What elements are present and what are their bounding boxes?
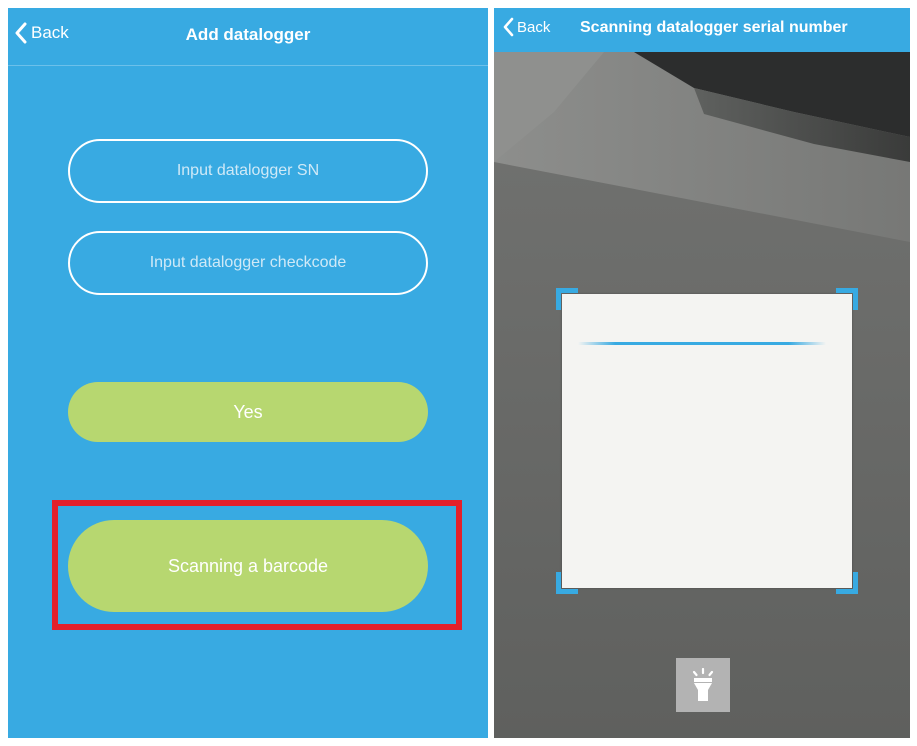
nav-bar: Back Add datalogger — [8, 8, 488, 66]
scan-barcode-button[interactable]: Scanning a barcode — [68, 520, 428, 612]
flashlight-icon — [692, 668, 714, 701]
page-title: Scanning datalogger serial number — [580, 19, 848, 36]
datalogger-sn-input[interactable] — [68, 139, 428, 203]
flashlight-button[interactable] — [676, 658, 730, 712]
scan-frame-corner — [556, 572, 578, 594]
scan-line — [578, 342, 826, 345]
add-datalogger-screen: Back Add datalogger Yes Scanning a barco… — [8, 8, 488, 738]
chevron-left-icon — [503, 17, 514, 37]
scan-frame-corner — [836, 288, 858, 310]
scan-frame-corner — [836, 572, 858, 594]
back-label: Back — [517, 18, 551, 36]
yes-button[interactable]: Yes — [68, 382, 428, 442]
datalogger-checkcode-input[interactable] — [68, 231, 428, 295]
page-title: Add datalogger — [185, 25, 311, 44]
scan-target-area — [562, 294, 852, 588]
back-button[interactable]: Back — [502, 17, 550, 37]
scan-frame-corner — [556, 288, 578, 310]
nav-bar: Back Scanning datalogger serial number — [494, 8, 910, 52]
scanning-screen: Back Scanning datalogger serial number — [494, 8, 910, 738]
